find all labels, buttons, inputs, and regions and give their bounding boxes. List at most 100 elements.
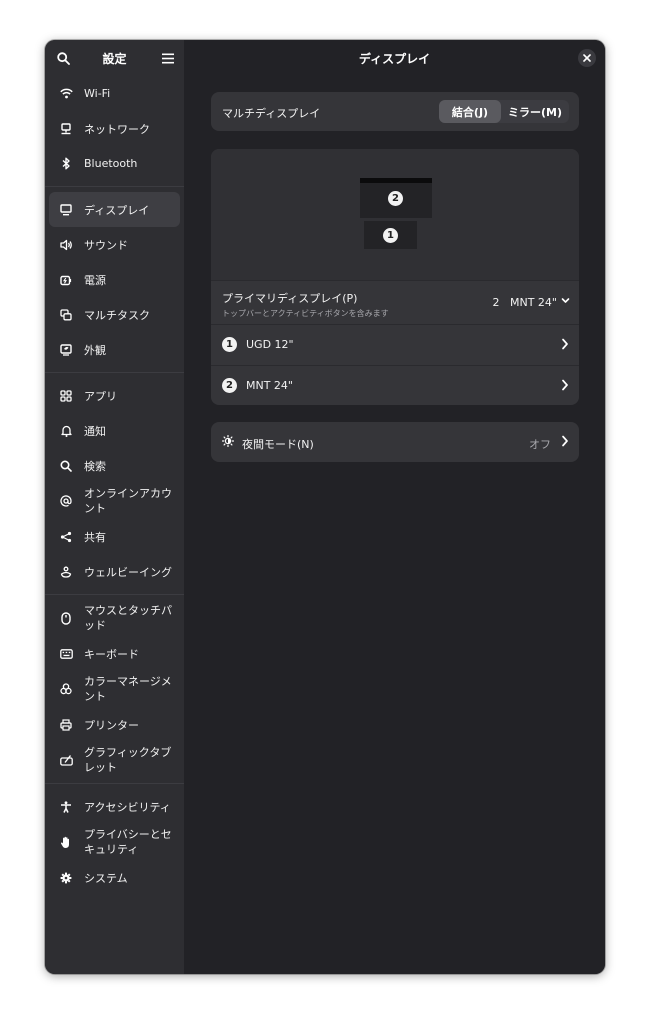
accessibility-icon <box>59 800 73 814</box>
sidebar-item-label: 通知 <box>84 424 106 438</box>
mouse-icon <box>59 611 73 625</box>
sidebar-item-power[interactable]: 電源 <box>49 262 180 297</box>
wellbeing-icon <box>59 565 73 579</box>
sidebar-item-sound[interactable]: サウンド <box>49 227 180 262</box>
sidebar-item-label: ネットワーク <box>84 122 150 136</box>
multitasking-icon <box>59 308 73 322</box>
bell-icon <box>59 424 73 438</box>
sidebar-item-label: カラーマネージメント <box>84 675 172 703</box>
monitor-name: UGD 12" <box>246 338 294 351</box>
settings-window: 設定 Wi-Fi ネットワーク Bluetooth ディスプレイ サウンド 電源… <box>45 40 605 974</box>
sidebar-divider <box>45 186 184 187</box>
chevron-down-icon <box>561 296 570 305</box>
monitor-arrangement-1[interactable]: 1 <box>364 221 417 249</box>
sidebar-item-system[interactable]: システム <box>49 860 180 895</box>
share-icon <box>59 530 73 544</box>
sidebar-item-apps[interactable]: アプリ <box>49 378 180 413</box>
sidebar-item-search[interactable]: 検索 <box>49 448 180 483</box>
sidebar-item-wellbeing[interactable]: ウェルビーイング <box>49 554 180 589</box>
close-button[interactable] <box>578 49 596 67</box>
monitor-name: MNT 24" <box>246 379 293 392</box>
hamburger-menu-icon[interactable] <box>158 48 178 68</box>
main-panel: ディスプレイ マルチディスプレイ 結合(J) ミラー(M) 2 1 プライマリデ… <box>184 40 605 974</box>
sidebar-item-label: キーボード <box>84 647 139 661</box>
printer-icon <box>59 718 73 732</box>
color-icon <box>59 682 73 696</box>
sidebar-item-online-accounts[interactable]: オンラインアカウント <box>49 483 180 519</box>
sidebar-item-wifi[interactable]: Wi-Fi <box>49 76 180 111</box>
appearance-icon <box>59 343 73 357</box>
close-icon <box>583 54 591 62</box>
sidebar-item-label: アクセシビリティ <box>84 800 171 814</box>
join-displays-button[interactable]: 結合(J) <box>439 100 501 123</box>
sidebar-item-label: 共有 <box>84 530 106 544</box>
sidebar-item-label: プリンター <box>84 718 139 732</box>
apps-icon <box>59 389 73 403</box>
sidebar-item-label: マルチタスク <box>84 308 150 322</box>
hand-icon <box>59 835 73 849</box>
monitor-arrangement-2[interactable]: 2 <box>360 178 432 218</box>
sidebar-item-label: アプリ <box>84 389 117 403</box>
sidebar-item-keyboard[interactable]: キーボード <box>49 636 180 671</box>
sidebar-item-privacy-security[interactable]: プライバシーとセキュリティ <box>49 824 180 860</box>
tablet-icon <box>59 753 73 767</box>
sidebar-divider <box>45 594 184 595</box>
bluetooth-icon <box>59 157 73 171</box>
sidebar-item-label: Wi-Fi <box>84 87 111 100</box>
sidebar-divider <box>45 372 184 373</box>
sidebar-item-bluetooth[interactable]: Bluetooth <box>49 146 180 181</box>
primary-display-row[interactable]: プライマリディスプレイ(P) トップバーとアクティビティボタンを含みます 2 M… <box>211 280 579 325</box>
sidebar-item-multitasking[interactable]: マルチタスク <box>49 297 180 332</box>
sidebar-item-label: ディスプレイ <box>84 203 150 217</box>
power-icon <box>59 273 73 287</box>
sidebar-group-hardware: マウスとタッチパッド キーボード カラーマネージメント プリンター グラフィック… <box>45 600 184 778</box>
monitor-row[interactable]: 1 UGD 12" <box>211 324 579 365</box>
monitor-number-badge: 1 <box>222 337 237 352</box>
keyboard-icon <box>59 647 73 661</box>
multi-display-toggle: 結合(J) ミラー(M) <box>439 100 569 123</box>
mirror-displays-button[interactable]: ミラー(M) <box>501 100 569 123</box>
sidebar-item-label: ウェルビーイング <box>84 565 172 579</box>
sidebar-divider <box>45 783 184 784</box>
chevron-right-icon <box>561 338 569 350</box>
night-light-icon <box>222 435 234 447</box>
night-light-row[interactable]: 夜間モード(N) オフ <box>211 422 579 462</box>
monitor-number-badge: 1 <box>383 228 398 243</box>
sidebar-item-printers[interactable]: プリンター <box>49 707 180 742</box>
sidebar-item-label: 外観 <box>84 343 106 357</box>
chevron-right-icon <box>561 379 569 391</box>
sidebar-item-sharing[interactable]: 共有 <box>49 519 180 554</box>
monitor-row[interactable]: 2 MNT 24" <box>211 365 579 405</box>
at-icon <box>59 494 73 508</box>
sidebar-group-connectivity: Wi-Fi ネットワーク Bluetooth <box>45 76 184 181</box>
network-icon <box>59 122 73 136</box>
sidebar-item-label: プライバシーとセキュリティ <box>84 828 172 856</box>
sidebar-item-label: マウスとタッチパッド <box>84 604 172 632</box>
sidebar-item-graphics-tablet[interactable]: グラフィックタブレット <box>49 742 180 778</box>
sidebar-item-color-management[interactable]: カラーマネージメント <box>49 671 180 707</box>
sidebar-item-label: グラフィックタブレット <box>84 746 172 774</box>
night-light-label: 夜間モード(N) <box>242 438 314 451</box>
multi-display-row: マルチディスプレイ 結合(J) ミラー(M) <box>211 92 579 131</box>
top-bar-indicator <box>360 178 432 183</box>
sidebar-item-appearance[interactable]: 外観 <box>49 332 180 367</box>
sidebar-item-mouse-touchpad[interactable]: マウスとタッチパッド <box>49 600 180 636</box>
sidebar-item-label: 電源 <box>84 273 106 287</box>
sidebar-group-apps: アプリ 通知 検索 オンラインアカウント 共有 ウェルビーイング <box>45 378 184 589</box>
primary-display-number: 2 <box>492 296 500 309</box>
sidebar-item-display[interactable]: ディスプレイ <box>49 192 180 227</box>
display-icon <box>59 203 73 217</box>
search-icon <box>59 459 73 473</box>
sidebar-header: 設定 <box>45 40 184 76</box>
primary-display-name: MNT 24" <box>510 296 557 309</box>
sidebar-item-network[interactable]: ネットワーク <box>49 111 180 146</box>
display-arrangement: 2 1 <box>211 149 579 280</box>
gear-icon <box>59 871 73 885</box>
sidebar-item-notifications[interactable]: 通知 <box>49 413 180 448</box>
sidebar-item-accessibility[interactable]: アクセシビリティ <box>49 789 180 824</box>
multi-display-label: マルチディスプレイ <box>222 107 321 120</box>
night-light-status: オフ <box>529 438 551 451</box>
sidebar-item-label: サウンド <box>84 238 128 252</box>
sidebar-group-system: アクセシビリティ プライバシーとセキュリティ システム <box>45 789 184 895</box>
sidebar-item-label: 検索 <box>84 459 106 473</box>
